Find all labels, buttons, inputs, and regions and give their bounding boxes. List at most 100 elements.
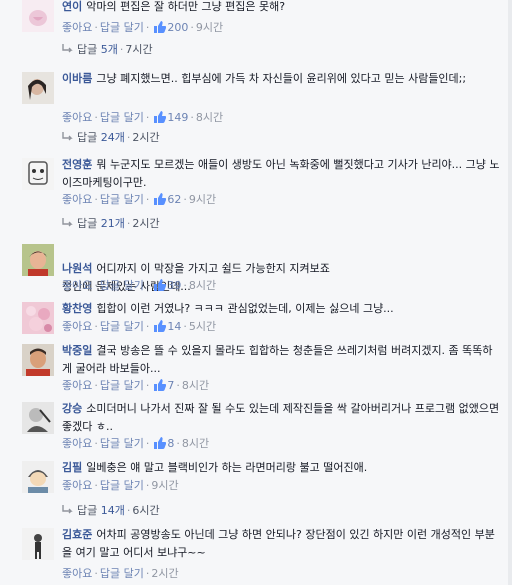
replies-link[interactable]: 답글 24개 · 2시간	[62, 130, 160, 148]
avatar[interactable]	[22, 461, 54, 493]
reply-count: 21개	[100, 217, 125, 230]
comment-body: 김효준 어차피 공영방송도 아닌데 그냥 하면 안되나? 장단점이 있긴 하지만 …	[62, 526, 502, 562]
avatar[interactable]	[22, 302, 54, 334]
timestamp[interactable]: 9시간	[189, 193, 216, 206]
reply-timestamp: 2시간	[132, 217, 160, 230]
comment-text: 힙합이 이런 거였나? ㅋㅋㅋ 관심없었는데, 이제는 싫으네 그냥...	[96, 302, 394, 315]
like-button[interactable]: 좋아요	[62, 567, 92, 580]
like-button[interactable]: 좋아요	[62, 21, 92, 34]
like-button[interactable]: 좋아요	[62, 437, 92, 450]
reply-button[interactable]: 답글 달기	[100, 320, 144, 333]
reply-count: 5개	[100, 43, 118, 56]
commenter-name[interactable]: 김필	[62, 461, 82, 474]
comment-text: 소미더머니 나가서 진짜 잘 될 수도 있는데 제작진들을 싹 갈아버리거나 프…	[62, 402, 500, 433]
avatar[interactable]	[22, 344, 54, 376]
comment-text: 어차피 공영방송도 아닌데 그냥 하면 안되나? 장단점이 있긴 하지만 이런 …	[62, 528, 495, 559]
like-button[interactable]: 좋아요	[62, 320, 92, 333]
comment-text: 일베충은 얘 말고 블랙비인가 하는 라면머리랑 불고 떨어진애.	[86, 461, 368, 474]
avatar[interactable]	[22, 244, 54, 276]
thumbs-up-icon	[153, 437, 167, 454]
replies-link[interactable]: 답글 14개 · 6시간	[62, 503, 160, 521]
timestamp[interactable]: 9시간	[151, 479, 178, 492]
timestamp[interactable]: 5시간	[189, 320, 216, 333]
commenter-name[interactable]: 강승	[62, 402, 82, 415]
avatar[interactable]	[22, 528, 54, 560]
thumbs-up-icon	[153, 111, 167, 128]
comment-text: 뭐 누군지도 모르겠는 애들이 생방도 아닌 녹화중에 뻘짓했다고 기사가 난리…	[62, 158, 500, 189]
reply-button[interactable]: 답글 달기	[100, 21, 144, 34]
timestamp[interactable]: 8시간	[182, 437, 209, 450]
comment-actions: 좋아요 · 답글 달기 · 2시간	[62, 567, 179, 580]
like-button[interactable]: 좋아요	[62, 379, 92, 392]
reply-count: 24개	[100, 131, 125, 144]
avatar[interactable]	[22, 402, 54, 434]
commenter-name[interactable]: 연이	[62, 0, 82, 13]
commenter-name[interactable]: 박중일	[62, 344, 92, 357]
reply-button[interactable]: 답글 달기	[100, 379, 144, 392]
comment-text: 결국 방송은 뜰 수 있을지 몰라도 힙합하는 청춘들은 쓰레기처럼 버려지겠지…	[62, 344, 493, 375]
comments-panel: 연이 악마의 편집은 잘 하더만 그냥 편집은 못해? 좋아요 · 답글 달기 · 200…	[0, 0, 509, 585]
reply-timestamp: 2시간	[132, 131, 160, 144]
thumbs-up-icon	[153, 379, 167, 396]
like-button[interactable]: 좋아요	[62, 479, 92, 492]
like-count[interactable]: 14	[167, 320, 181, 333]
commenter-name[interactable]: 나원석	[62, 262, 92, 275]
reply-count: 14개	[100, 504, 125, 517]
comment-actions: 좋아요 · 답글 달기 · 39 · 8시간	[62, 278, 216, 296]
avatar[interactable]	[22, 0, 54, 32]
like-button[interactable]: 좋아요	[62, 279, 92, 292]
like-count[interactable]: 62	[167, 193, 181, 206]
commenter-name[interactable]: 김효준	[62, 528, 92, 541]
timestamp[interactable]: 8시간	[182, 379, 209, 392]
comment-actions: 좋아요 · 답글 달기 · 14 · 5시간	[62, 319, 216, 337]
timestamp[interactable]: 8시간	[189, 279, 216, 292]
reply-arrow-icon	[62, 505, 74, 521]
reply-timestamp: 7시간	[125, 43, 153, 56]
comment-actions: 좋아요 · 답글 달기 · 200 · 9시간	[62, 20, 223, 38]
commenter-name[interactable]: 황찬영	[62, 302, 92, 315]
reply-arrow-icon	[62, 218, 74, 234]
comment-actions: 좋아요 · 답글 달기 · 62 · 9시간	[62, 192, 216, 210]
like-button[interactable]: 좋아요	[62, 193, 92, 206]
comment-actions: 좋아요 · 답글 달기 · 149 · 8시간	[62, 110, 223, 128]
thumbs-up-icon	[153, 21, 167, 38]
comment-actions: 좋아요 · 답글 달기 · 7 · 8시간	[62, 378, 209, 396]
timestamp[interactable]: 2시간	[151, 567, 178, 580]
comment-body: 김필 일베충은 얘 말고 블랙비인가 하는 라면머리랑 불고 떨어진애.	[62, 459, 502, 477]
comment-actions: 좋아요 · 답글 달기 · 9시간	[62, 479, 179, 492]
replies-link[interactable]: 답글 21개 · 2시간	[62, 216, 160, 234]
comment-body: 전영훈 뭐 누군지도 모르겠는 애들이 생방도 아닌 녹화중에 뻘짓했다고 기사가…	[62, 156, 502, 192]
commenter-name[interactable]: 전영훈	[62, 158, 92, 171]
like-count[interactable]: 39	[167, 279, 181, 292]
comment-body: 황찬영 힙합이 이런 거였나? ㅋㅋㅋ 관심없었는데, 이제는 싫으네 그냥...	[62, 300, 502, 318]
comment-body: 강승 소미더머니 나가서 진짜 잘 될 수도 있는데 제작진들을 싹 갈아버리거나…	[62, 400, 502, 436]
reply-arrow-icon	[62, 44, 74, 60]
timestamp[interactable]: 9시간	[196, 21, 223, 34]
comment-body: 박중일 결국 방송은 뜰 수 있을지 몰라도 힙합하는 청춘들은 쓰레기처럼 버려…	[62, 342, 502, 378]
like-count[interactable]: 200	[167, 21, 188, 34]
reply-button[interactable]: 답글 달기	[100, 479, 144, 492]
replies-link[interactable]: 답글 5개 · 7시간	[62, 42, 153, 60]
reply-button[interactable]: 답글 달기	[100, 111, 144, 124]
thumbs-up-icon	[153, 279, 167, 296]
timestamp[interactable]: 8시간	[196, 111, 223, 124]
reply-timestamp: 6시간	[132, 504, 160, 517]
like-button[interactable]: 좋아요	[62, 111, 92, 124]
reply-button[interactable]: 답글 달기	[100, 279, 144, 292]
reply-button[interactable]: 답글 달기	[100, 567, 144, 580]
comment-body: 연이 악마의 편집은 잘 하더만 그냥 편집은 못해?	[62, 0, 502, 16]
like-count[interactable]: 149	[167, 111, 188, 124]
reply-arrow-icon	[62, 132, 74, 148]
reply-button[interactable]: 답글 달기	[100, 193, 144, 206]
comment-body: 이바름 그냥 폐지했느면.. 힙부심에 가득 차 자신들이 윤리위에 있다고 믿는…	[62, 70, 502, 88]
avatar[interactable]	[22, 72, 54, 104]
comment-text: 악마의 편집은 잘 하더만 그냥 편집은 못해?	[86, 0, 286, 13]
scrollbar[interactable]	[508, 0, 512, 585]
commenter-name[interactable]: 이바름	[62, 72, 92, 85]
thumbs-up-icon	[153, 193, 167, 210]
thumbs-up-icon	[153, 320, 167, 337]
reply-button[interactable]: 답글 달기	[100, 437, 144, 450]
avatar[interactable]	[22, 158, 54, 190]
comment-actions: 좋아요 · 답글 달기 · 8 · 8시간	[62, 436, 209, 454]
comment-text: 그냥 폐지했느면.. 힙부심에 가득 차 자신들이 윤리위에 있다고 믿는 사람…	[96, 72, 467, 85]
